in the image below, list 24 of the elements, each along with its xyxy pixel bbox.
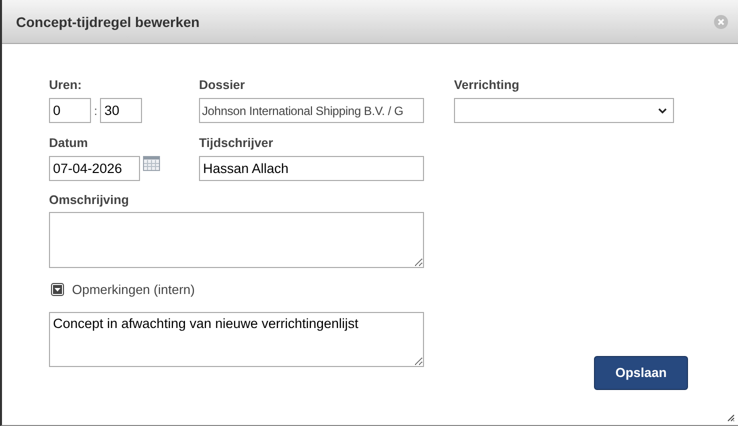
close-button[interactable] xyxy=(714,14,728,28)
description-field[interactable] xyxy=(49,212,424,268)
activity-dropdown[interactable] xyxy=(454,98,674,123)
field-label: Dossier xyxy=(199,78,245,93)
save-button[interactable]: Opslaan xyxy=(594,356,688,390)
separator: : xyxy=(94,104,98,118)
dossier-field[interactable]: Johnson International Shipping B.V. / G xyxy=(199,98,424,123)
dialog-title: Concept-tijdregel bewerken xyxy=(16,14,200,30)
remarks-field[interactable]: Concept in afwachting van nieuwe verrichtingenlijst xyxy=(49,312,424,366)
remarks-toggle[interactable]: Opmerkingen (intern) xyxy=(51,281,195,297)
writer-field[interactable]: Hassan Allach xyxy=(199,156,424,181)
resize-grip-icon[interactable] xyxy=(727,414,735,422)
field-label: Tijdschrijver xyxy=(199,136,274,151)
chevron-down-icon xyxy=(658,108,667,114)
field-label: Datum xyxy=(49,136,88,151)
date-field[interactable]: 07-04-2026 xyxy=(49,156,140,181)
collapse-icon xyxy=(51,282,64,296)
field-label: Verrichting xyxy=(454,78,520,93)
close-icon xyxy=(714,14,728,28)
calendar-icon[interactable] xyxy=(143,156,160,171)
field-label: Uren: xyxy=(49,78,82,93)
hours-field[interactable]: 0 xyxy=(49,98,91,123)
field-label: Omschrijving xyxy=(49,193,130,208)
minutes-field[interactable]: 30 xyxy=(100,98,142,123)
